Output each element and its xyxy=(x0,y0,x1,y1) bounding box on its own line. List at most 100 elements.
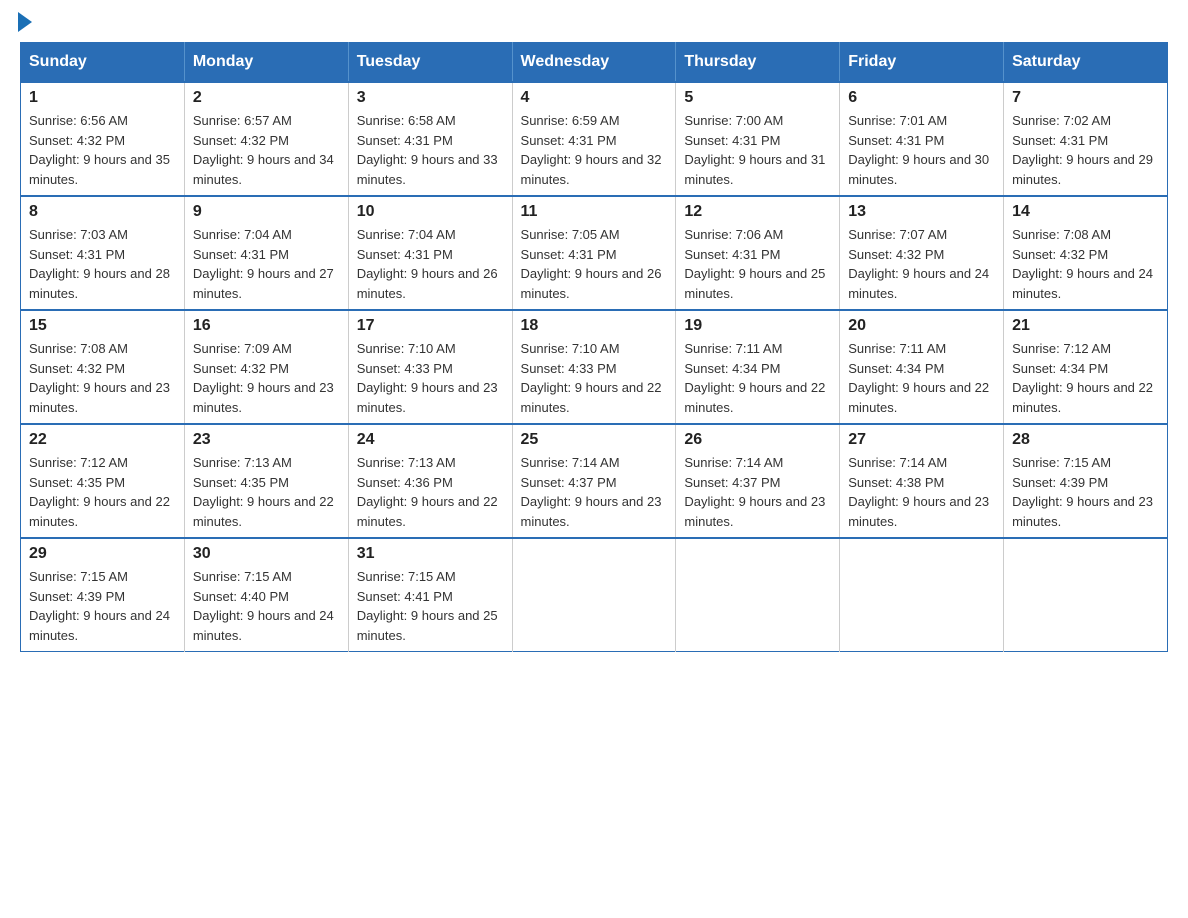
day-info: Sunrise: 7:10 AMSunset: 4:33 PMDaylight:… xyxy=(521,339,668,417)
day-number: 25 xyxy=(521,431,668,449)
day-info: Sunrise: 7:15 AMSunset: 4:39 PMDaylight:… xyxy=(1012,453,1159,531)
day-number: 14 xyxy=(1012,203,1159,221)
day-number: 9 xyxy=(193,203,340,221)
day-number: 16 xyxy=(193,317,340,335)
day-info: Sunrise: 6:59 AMSunset: 4:31 PMDaylight:… xyxy=(521,111,668,189)
day-number: 4 xyxy=(521,89,668,107)
day-number: 27 xyxy=(848,431,995,449)
calendar-day-cell: 31 Sunrise: 7:15 AMSunset: 4:41 PMDayligh… xyxy=(348,538,512,652)
day-number: 24 xyxy=(357,431,504,449)
day-info: Sunrise: 6:58 AMSunset: 4:31 PMDaylight:… xyxy=(357,111,504,189)
day-info: Sunrise: 7:13 AMSunset: 4:36 PMDaylight:… xyxy=(357,453,504,531)
calendar-day-cell: 8Sunrise: 7:03 AMSunset: 4:31 PMDaylight… xyxy=(21,196,185,310)
day-info: Sunrise: 7:02 AMSunset: 4:31 PMDaylight:… xyxy=(1012,111,1159,189)
weekday-header-wednesday: Wednesday xyxy=(512,43,676,83)
calendar-day-cell xyxy=(512,538,676,652)
day-number: 28 xyxy=(1012,431,1159,449)
calendar-day-cell: 13 Sunrise: 7:07 AMSunset: 4:32 PMDayligh… xyxy=(840,196,1004,310)
day-info: Sunrise: 7:04 AMSunset: 4:31 PMDaylight:… xyxy=(357,225,504,303)
day-number: 30 xyxy=(193,545,340,563)
page-header xyxy=(20,20,1168,32)
weekday-header-monday: Monday xyxy=(184,43,348,83)
day-number: 17 xyxy=(357,317,504,335)
day-number: 15 xyxy=(29,317,176,335)
day-info: Sunrise: 7:14 AMSunset: 4:38 PMDaylight:… xyxy=(848,453,995,531)
calendar-day-cell: 1Sunrise: 6:56 AMSunset: 4:32 PMDaylight… xyxy=(21,82,185,196)
calendar-day-cell: 30 Sunrise: 7:15 AMSunset: 4:40 PMDayligh… xyxy=(184,538,348,652)
day-number: 13 xyxy=(848,203,995,221)
calendar-week-row: 1Sunrise: 6:56 AMSunset: 4:32 PMDaylight… xyxy=(21,82,1168,196)
day-info: Sunrise: 7:15 AMSunset: 4:40 PMDaylight:… xyxy=(193,567,340,645)
day-info: Sunrise: 7:14 AMSunset: 4:37 PMDaylight:… xyxy=(521,453,668,531)
day-info: Sunrise: 7:15 AMSunset: 4:39 PMDaylight:… xyxy=(29,567,176,645)
day-info: Sunrise: 7:08 AMSunset: 4:32 PMDaylight:… xyxy=(29,339,176,417)
day-info: Sunrise: 7:07 AMSunset: 4:32 PMDaylight:… xyxy=(848,225,995,303)
day-number: 12 xyxy=(684,203,831,221)
day-number: 22 xyxy=(29,431,176,449)
calendar-table: SundayMondayTuesdayWednesdayThursdayFrid… xyxy=(20,42,1168,652)
day-number: 8 xyxy=(29,203,176,221)
day-number: 31 xyxy=(357,545,504,563)
calendar-week-row: 29 Sunrise: 7:15 AMSunset: 4:39 PMDayligh… xyxy=(21,538,1168,652)
day-info: Sunrise: 7:09 AMSunset: 4:32 PMDaylight:… xyxy=(193,339,340,417)
day-info: Sunrise: 7:15 AMSunset: 4:41 PMDaylight:… xyxy=(357,567,504,645)
day-info: Sunrise: 7:12 AMSunset: 4:35 PMDaylight:… xyxy=(29,453,176,531)
calendar-day-cell xyxy=(840,538,1004,652)
day-info: Sunrise: 7:05 AMSunset: 4:31 PMDaylight:… xyxy=(521,225,668,303)
calendar-day-cell: 19 Sunrise: 7:11 AMSunset: 4:34 PMDayligh… xyxy=(676,310,840,424)
calendar-day-cell: 7 Sunrise: 7:02 AMSunset: 4:31 PMDaylight… xyxy=(1004,82,1168,196)
weekday-header-saturday: Saturday xyxy=(1004,43,1168,83)
day-number: 3 xyxy=(357,89,504,107)
day-number: 11 xyxy=(521,203,668,221)
day-number: 18 xyxy=(521,317,668,335)
calendar-day-cell: 16 Sunrise: 7:09 AMSunset: 4:32 PMDayligh… xyxy=(184,310,348,424)
day-info: Sunrise: 7:10 AMSunset: 4:33 PMDaylight:… xyxy=(357,339,504,417)
day-number: 5 xyxy=(684,89,831,107)
calendar-week-row: 15 Sunrise: 7:08 AMSunset: 4:32 PMDayligh… xyxy=(21,310,1168,424)
calendar-day-cell: 10 Sunrise: 7:04 AMSunset: 4:31 PMDayligh… xyxy=(348,196,512,310)
day-info: Sunrise: 7:14 AMSunset: 4:37 PMDaylight:… xyxy=(684,453,831,531)
calendar-day-cell: 29 Sunrise: 7:15 AMSunset: 4:39 PMDayligh… xyxy=(21,538,185,652)
day-number: 19 xyxy=(684,317,831,335)
day-number: 29 xyxy=(29,545,176,563)
day-info: Sunrise: 7:00 AMSunset: 4:31 PMDaylight:… xyxy=(684,111,831,189)
calendar-day-cell: 9 Sunrise: 7:04 AMSunset: 4:31 PMDaylight… xyxy=(184,196,348,310)
day-info: Sunrise: 7:08 AMSunset: 4:32 PMDaylight:… xyxy=(1012,225,1159,303)
calendar-day-cell: 23Sunrise: 7:13 AMSunset: 4:35 PMDayligh… xyxy=(184,424,348,538)
calendar-week-row: 8Sunrise: 7:03 AMSunset: 4:31 PMDaylight… xyxy=(21,196,1168,310)
calendar-day-cell: 5 Sunrise: 7:00 AMSunset: 4:31 PMDaylight… xyxy=(676,82,840,196)
weekday-header-thursday: Thursday xyxy=(676,43,840,83)
day-number: 2 xyxy=(193,89,340,107)
day-info: Sunrise: 7:11 AMSunset: 4:34 PMDaylight:… xyxy=(848,339,995,417)
calendar-day-cell: 28 Sunrise: 7:15 AMSunset: 4:39 PMDayligh… xyxy=(1004,424,1168,538)
calendar-day-cell: 24 Sunrise: 7:13 AMSunset: 4:36 PMDayligh… xyxy=(348,424,512,538)
calendar-day-cell: 25 Sunrise: 7:14 AMSunset: 4:37 PMDayligh… xyxy=(512,424,676,538)
calendar-day-cell xyxy=(1004,538,1168,652)
calendar-day-cell: 14 Sunrise: 7:08 AMSunset: 4:32 PMDayligh… xyxy=(1004,196,1168,310)
day-info: Sunrise: 7:12 AMSunset: 4:34 PMDaylight:… xyxy=(1012,339,1159,417)
weekday-header-tuesday: Tuesday xyxy=(348,43,512,83)
calendar-day-cell: 12Sunrise: 7:06 AMSunset: 4:31 PMDayligh… xyxy=(676,196,840,310)
day-info: Sunrise: 7:04 AMSunset: 4:31 PMDaylight:… xyxy=(193,225,340,303)
calendar-day-cell: 11 Sunrise: 7:05 AMSunset: 4:31 PMDayligh… xyxy=(512,196,676,310)
logo-arrow-icon xyxy=(18,12,32,32)
calendar-day-cell: 4 Sunrise: 6:59 AMSunset: 4:31 PMDaylight… xyxy=(512,82,676,196)
calendar-day-cell: 6Sunrise: 7:01 AMSunset: 4:31 PMDaylight… xyxy=(840,82,1004,196)
logo xyxy=(20,20,32,32)
calendar-day-cell: 20 Sunrise: 7:11 AMSunset: 4:34 PMDayligh… xyxy=(840,310,1004,424)
calendar-day-cell: 17 Sunrise: 7:10 AMSunset: 4:33 PMDayligh… xyxy=(348,310,512,424)
day-info: Sunrise: 7:11 AMSunset: 4:34 PMDaylight:… xyxy=(684,339,831,417)
day-info: Sunrise: 7:13 AMSunset: 4:35 PMDaylight:… xyxy=(193,453,340,531)
calendar-day-cell xyxy=(676,538,840,652)
day-number: 6 xyxy=(848,89,995,107)
day-number: 26 xyxy=(684,431,831,449)
day-number: 10 xyxy=(357,203,504,221)
calendar-day-cell: 18 Sunrise: 7:10 AMSunset: 4:33 PMDayligh… xyxy=(512,310,676,424)
day-info: Sunrise: 6:57 AMSunset: 4:32 PMDaylight:… xyxy=(193,111,340,189)
calendar-day-cell: 27 Sunrise: 7:14 AMSunset: 4:38 PMDayligh… xyxy=(840,424,1004,538)
calendar-week-row: 22 Sunrise: 7:12 AMSunset: 4:35 PMDayligh… xyxy=(21,424,1168,538)
calendar-day-cell: 22 Sunrise: 7:12 AMSunset: 4:35 PMDayligh… xyxy=(21,424,185,538)
day-number: 20 xyxy=(848,317,995,335)
day-number: 7 xyxy=(1012,89,1159,107)
weekday-header-sunday: Sunday xyxy=(21,43,185,83)
